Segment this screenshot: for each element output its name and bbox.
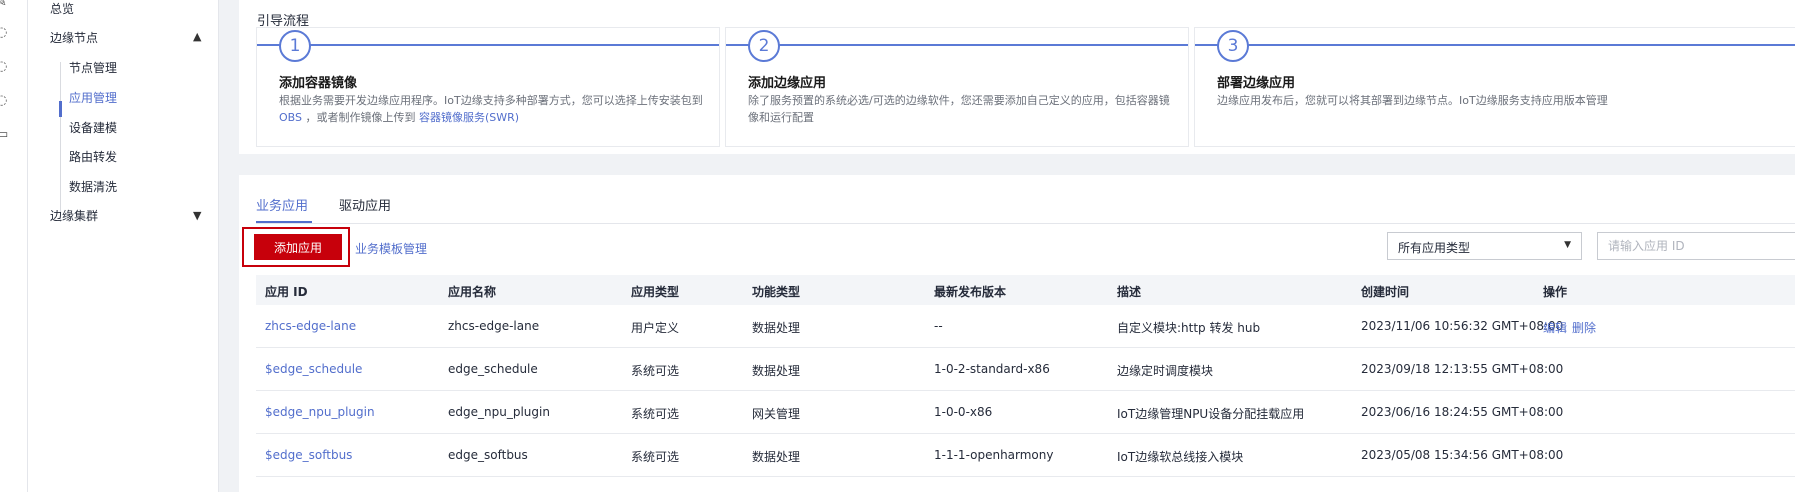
app-list-card: 业务应用 驱动应用 添加应用 业务模板管理 所有应用类型 ▼ 应用 ID 应用名… bbox=[239, 175, 1795, 492]
description: IoT边缘管理NPU设备分配挂载应用 bbox=[1117, 407, 1305, 421]
caret-down-icon[interactable]: ▼ bbox=[193, 209, 201, 222]
step-number: 3 bbox=[1217, 30, 1249, 62]
description: IoT边缘软总线接入模块 bbox=[1117, 450, 1244, 464]
app-type: 系统可选 bbox=[631, 450, 680, 464]
icon-rail: ✎ ◌ ◌ ◌ ▭ bbox=[0, 0, 28, 492]
description: 自定义模块:http 转发 hub bbox=[1117, 321, 1261, 335]
app-id-link[interactable]: zhcs-edge-lane bbox=[265, 319, 356, 333]
app-id-link[interactable]: $edge_softbus bbox=[265, 448, 352, 462]
table-header: 应用 ID 应用名称 应用类型 功能类型 最新发布版本 描述 创建时间 操作 bbox=[256, 275, 1795, 305]
step-progress-bar bbox=[257, 44, 719, 46]
add-app-button[interactable]: 添加应用 bbox=[254, 234, 342, 260]
created-time: 2023/05/08 15:34:56 GMT+08:00 bbox=[1361, 448, 1564, 462]
step-number: 1 bbox=[279, 30, 311, 62]
caret-up-icon[interactable]: ▲ bbox=[193, 30, 201, 43]
sidebar-item-routing[interactable]: 路由转发 bbox=[69, 148, 117, 165]
obs-link[interactable]: OBS bbox=[279, 111, 302, 124]
tab-driver-apps[interactable]: 驱动应用 bbox=[339, 195, 391, 214]
table-row: $edge_npu_plugin edge_npu_plugin 系统可选 网关… bbox=[256, 391, 1795, 434]
version: 1-1-1-openharmony bbox=[934, 448, 1054, 462]
app-type-select-value: 所有应用类型 bbox=[1398, 241, 1471, 255]
func-type: 网关管理 bbox=[752, 407, 801, 421]
sidebar-item-edge-cluster[interactable]: 边缘集群 bbox=[50, 207, 98, 224]
sidebar: 总览 边缘节点 ▲ 节点管理 应用管理 设备建模 路由转发 数据清洗 边缘集群 … bbox=[28, 0, 219, 492]
chevron-down-icon: ▼ bbox=[1564, 240, 1571, 250]
table-row: $edge_schedule edge_schedule 系统可选 数据处理 1… bbox=[256, 348, 1795, 391]
app-type-select[interactable]: 所有应用类型 ▼ bbox=[1387, 232, 1582, 260]
col-actions: 操作 bbox=[1543, 285, 1568, 299]
app-id-link[interactable]: $edge_npu_plugin bbox=[265, 405, 375, 419]
step-number: 2 bbox=[748, 30, 780, 62]
col-app-name: 应用名称 bbox=[448, 285, 497, 299]
app-name: edge_schedule bbox=[448, 362, 538, 376]
list-icon[interactable]: ◌ bbox=[0, 60, 10, 74]
col-version: 最新发布版本 bbox=[934, 285, 1007, 299]
step-title: 添加边缘应用 bbox=[748, 76, 827, 91]
guide-step-2: 2 添加边缘应用 除了服务预置的系统必选/可选的边缘软件，您还需要添加自己定义的… bbox=[725, 27, 1189, 147]
app-name: zhcs-edge-lane bbox=[448, 319, 540, 333]
func-type: 数据处理 bbox=[752, 321, 801, 335]
step-title: 部署边缘应用 bbox=[1217, 76, 1296, 91]
app-id-link[interactable]: $edge_schedule bbox=[265, 362, 362, 376]
sidebar-tree-line bbox=[60, 62, 61, 222]
sidebar-item-edge-nodes[interactable]: 边缘节点 bbox=[50, 29, 98, 46]
document-icon[interactable]: ▭ bbox=[0, 128, 10, 142]
app-type: 用户定义 bbox=[631, 321, 680, 335]
tab-business-apps[interactable]: 业务应用 bbox=[256, 195, 308, 214]
app-type: 系统可选 bbox=[631, 364, 680, 378]
created-time: 2023/06/16 18:24:55 GMT+08:00 bbox=[1361, 405, 1564, 419]
sidebar-item-app-management[interactable]: 应用管理 bbox=[69, 89, 117, 106]
func-type: 数据处理 bbox=[752, 450, 801, 464]
app-type: 系统可选 bbox=[631, 407, 680, 421]
step-title: 添加容器镜像 bbox=[279, 76, 358, 91]
group-icon[interactable]: ◌ bbox=[0, 94, 10, 108]
swr-link[interactable]: 容器镜像服务(SWR) bbox=[419, 111, 519, 124]
edit-icon[interactable]: ✎ bbox=[0, 0, 10, 10]
col-description: 描述 bbox=[1117, 285, 1142, 299]
step-description: 边缘应用发布后，您就可以将其部署到边缘节点。IoT边缘服务支持应用版本管理 bbox=[1217, 94, 1608, 107]
created-time: 2023/11/06 10:56:32 GMT+08:00 bbox=[1361, 319, 1564, 333]
col-func-type: 功能类型 bbox=[752, 285, 801, 299]
table-row: zhcs-edge-lane zhcs-edge-lane 用户定义 数据处理 … bbox=[256, 305, 1795, 348]
version: 1-0-2-standard-x86 bbox=[934, 362, 1050, 376]
step-description: 根据业务需要开发边缘应用程序。IoT边缘支持多种部署方式，您可以选择上传安装包到… bbox=[279, 92, 709, 126]
col-created: 创建时间 bbox=[1361, 285, 1410, 299]
guide-card: 引导流程 1 添加容器镜像 根据业务需要开发边缘应用程序。IoT边缘支持多种部署… bbox=[239, 0, 1795, 154]
delete-link[interactable]: 删除 bbox=[1572, 319, 1596, 336]
sidebar-item-device-modeling[interactable]: 设备建模 bbox=[69, 119, 117, 136]
description: 边缘定时调度模块 bbox=[1117, 364, 1214, 378]
app-id-search-input[interactable] bbox=[1597, 232, 1795, 260]
sidebar-item-data-cleaning[interactable]: 数据清洗 bbox=[69, 178, 117, 195]
step-description: 除了服务预置的系统必选/可选的边缘软件，您还需要添加自己定义的应用，包括容器镜像… bbox=[748, 94, 1170, 124]
step-desc-text-2: ，或者制作镜像上传到 bbox=[305, 111, 416, 124]
col-app-id: 应用 ID bbox=[265, 285, 308, 299]
guide-step-3: 3 部署边缘应用 边缘应用发布后，您就可以将其部署到边缘节点。IoT边缘服务支持… bbox=[1194, 27, 1795, 147]
template-management-link[interactable]: 业务模板管理 bbox=[355, 240, 427, 257]
col-app-type: 应用类型 bbox=[631, 285, 680, 299]
step-desc-text: 根据业务需要开发边缘应用程序。IoT边缘支持多种部署方式，您可以选择上传安装包到 bbox=[279, 94, 703, 107]
sidebar-active-indicator bbox=[59, 101, 62, 117]
table-row: $edge_softbus edge_softbus 系统可选 数据处理 1-1… bbox=[256, 434, 1795, 477]
step-progress-bar bbox=[726, 44, 1188, 46]
sidebar-item-node-management[interactable]: 节点管理 bbox=[69, 59, 117, 76]
edit-link[interactable]: 编辑 bbox=[1543, 319, 1567, 336]
tab-divider bbox=[256, 223, 1795, 224]
guide-step-1: 1 添加容器镜像 根据业务需要开发边缘应用程序。IoT边缘支持多种部署方式，您可… bbox=[256, 27, 720, 147]
func-type: 数据处理 bbox=[752, 364, 801, 378]
chat-icon[interactable]: ◌ bbox=[0, 26, 10, 40]
step-progress-bar bbox=[1195, 44, 1795, 46]
version: -- bbox=[934, 319, 943, 333]
sidebar-item-overview[interactable]: 总览 bbox=[50, 0, 74, 17]
active-tab-indicator bbox=[256, 221, 312, 223]
app-name: edge_npu_plugin bbox=[448, 405, 550, 419]
app-name: edge_softbus bbox=[448, 448, 528, 462]
created-time: 2023/09/18 12:13:55 GMT+08:00 bbox=[1361, 362, 1564, 376]
version: 1-0-0-x86 bbox=[934, 405, 993, 419]
